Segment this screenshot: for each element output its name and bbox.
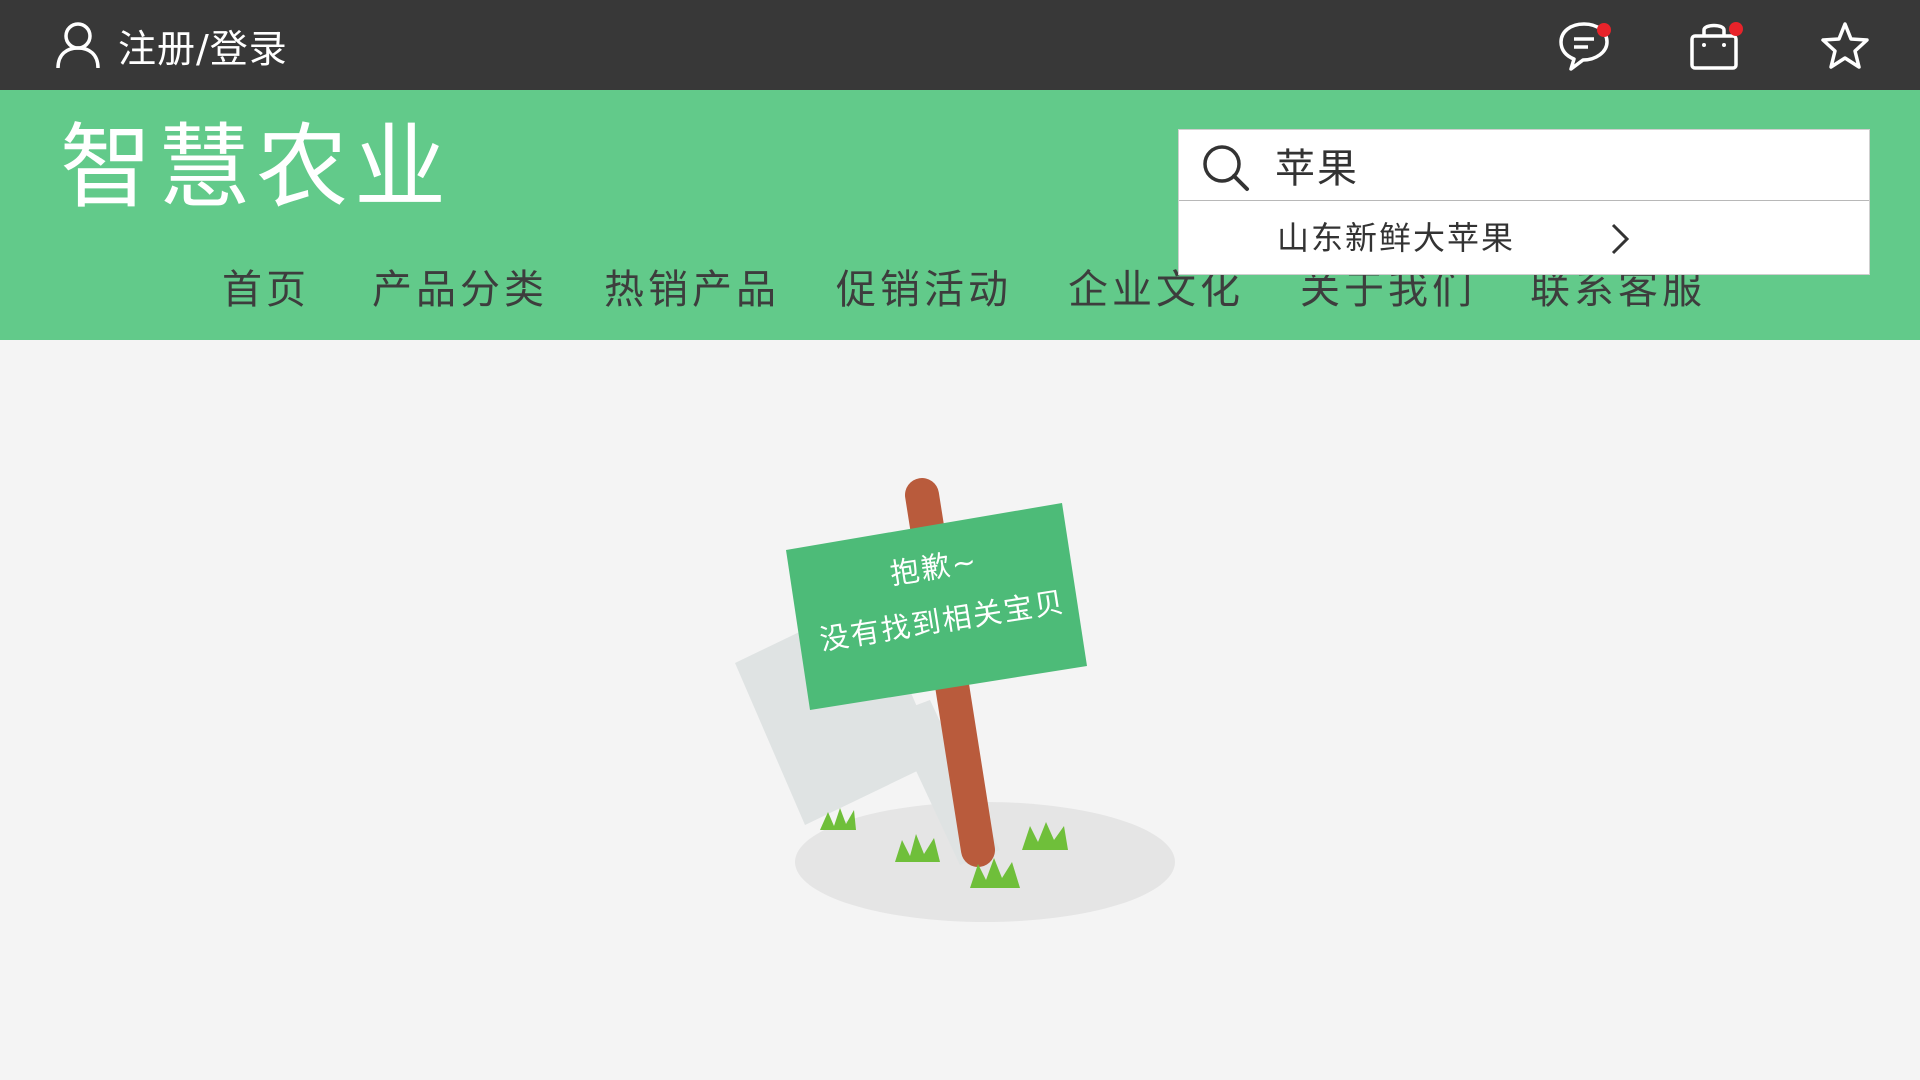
nav-item-home[interactable]: 首页 xyxy=(222,262,310,318)
nav-item-hot-products[interactable]: 热销产品 xyxy=(604,262,780,318)
login-label: 注册/登录 xyxy=(118,26,288,71)
message-badge xyxy=(1597,23,1611,37)
search-suggestion[interactable]: 山东新鲜大苹果 xyxy=(1179,201,1869,275)
user-icon xyxy=(56,22,100,69)
suggestion-label: 山东新鲜大苹果 xyxy=(1277,219,1516,257)
nav-item-categories[interactable]: 产品分类 xyxy=(372,262,548,318)
message-button[interactable] xyxy=(1558,20,1612,72)
search-icon[interactable] xyxy=(1201,143,1251,193)
message-icon xyxy=(1559,22,1611,71)
search-input[interactable] xyxy=(1275,138,1835,192)
login-link[interactable]: 注册/登录 xyxy=(54,20,288,71)
star-icon xyxy=(1821,22,1869,69)
cart-button[interactable] xyxy=(1688,20,1743,72)
favorites-button[interactable] xyxy=(1818,20,1872,72)
nav-item-promotions[interactable]: 促销活动 xyxy=(836,262,1012,318)
top-bar: 注册/登录 xyxy=(0,0,1920,90)
search-row xyxy=(1179,130,1869,201)
cart-icon xyxy=(1690,22,1743,70)
site-logo[interactable]: 智慧农业 xyxy=(60,118,452,218)
search-box: 山东新鲜大苹果 xyxy=(1178,129,1870,275)
chevron-right-icon xyxy=(1611,223,1630,255)
cart-badge xyxy=(1729,22,1743,36)
